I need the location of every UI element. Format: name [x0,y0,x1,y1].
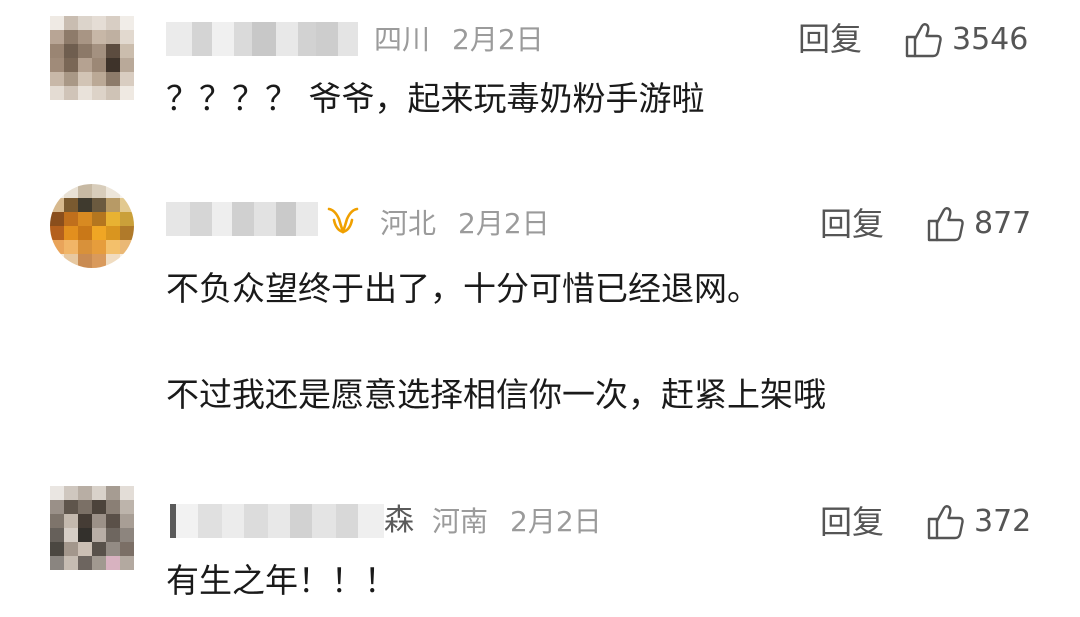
comment-text: ？？？？ 爷爷，起来玩毒奶粉手游啦 [166,79,705,118]
username-blurred[interactable] [166,22,358,56]
vip-badge-icon [327,207,359,234]
like-button[interactable]: 372 [926,502,1031,542]
reply-button[interactable]: 回复 [820,502,884,542]
comment-meta: 河南 2月2日 [432,504,602,540]
thumbs-up-icon [905,23,942,58]
reply-button[interactable]: 回复 [820,204,884,244]
like-button[interactable]: 3546 [904,20,1028,60]
location: 四川 [374,23,431,56]
avatar[interactable] [50,16,134,100]
comment-text: 不过我还是愿意选择相信你一次，赶紧上架哦 [166,375,826,414]
reply-button[interactable]: 回复 [798,19,862,59]
username-suffix[interactable]: 森 [384,503,414,539]
username-blurred[interactable] [166,202,318,236]
username-blurred[interactable] [170,504,384,538]
like-count: 877 [974,206,1032,241]
thumbs-up-icon [927,505,964,540]
comment-meta: 河北 2月2日 [380,206,550,242]
like-count: 372 [974,504,1032,539]
comment-meta: 四川 2月2日 [374,22,544,58]
thumbs-up-icon [927,207,964,242]
comment-text: 不负众望终于出了，十分可惜已经退网。 [166,269,760,308]
avatar[interactable] [50,486,134,570]
comment-text: 有生之年！！！ [166,561,397,600]
like-count: 3546 [952,22,1029,57]
avatar[interactable] [50,184,134,268]
location: 河南 [432,505,489,538]
date: 2月2日 [458,207,550,240]
like-button[interactable]: 877 [926,204,1031,244]
date: 2月2日 [510,505,602,538]
date: 2月2日 [452,23,544,56]
location: 河北 [380,207,437,240]
